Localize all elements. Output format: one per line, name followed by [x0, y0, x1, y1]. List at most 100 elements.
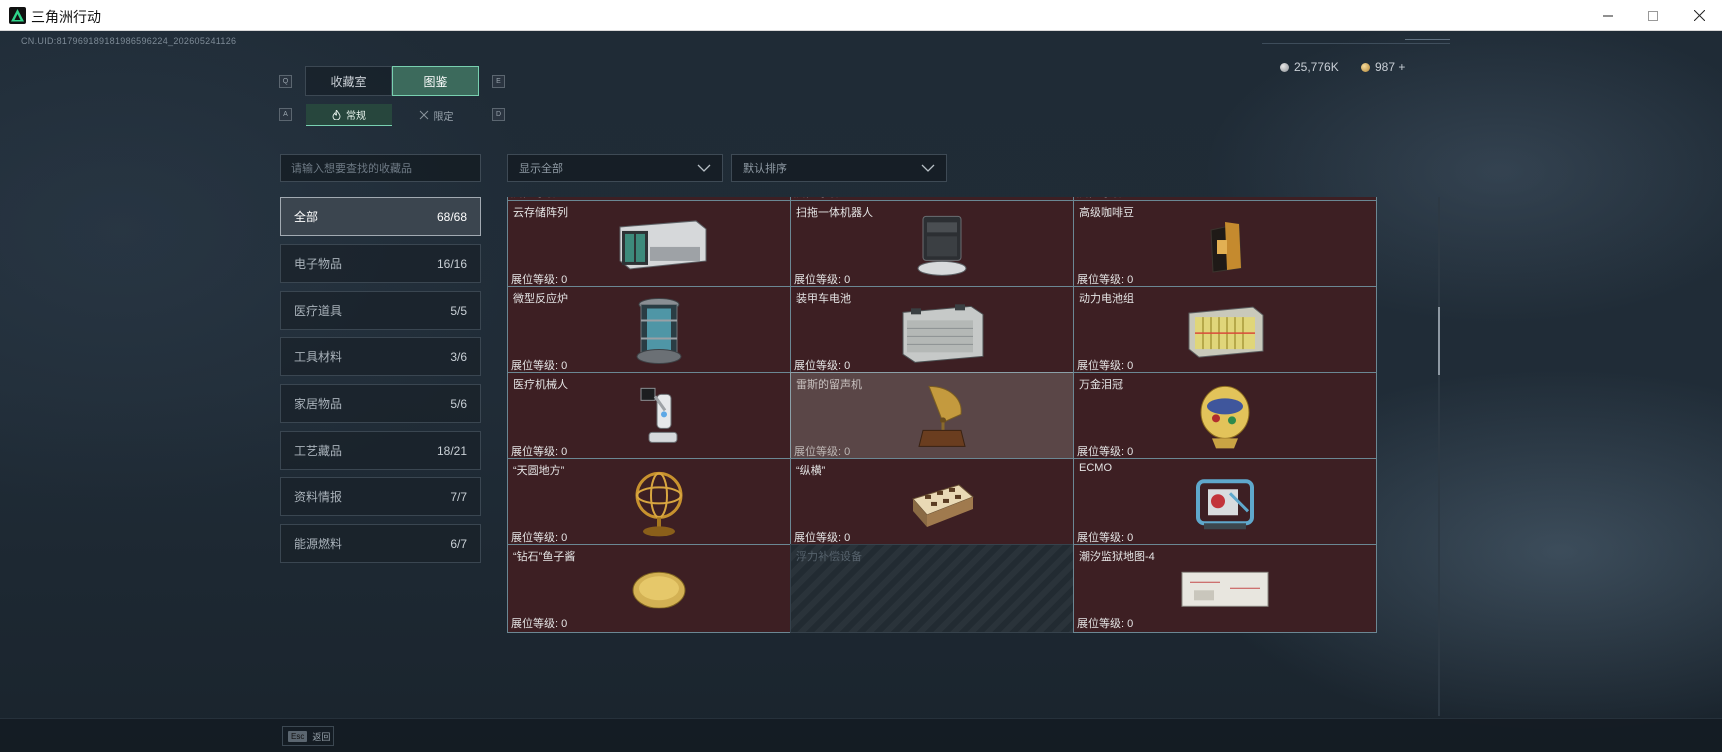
collection-card[interactable]: 装甲车电池 展位等级: 0	[790, 286, 1094, 375]
tab-codex[interactable]: 图鉴	[392, 66, 479, 96]
item-battery-icon	[897, 298, 987, 369]
category-intel[interactable]: 资料情报 7/7	[280, 477, 481, 516]
booth-level: 展位等级: 0	[511, 274, 568, 286]
collection-card[interactable]: 微型反应炉展位等级: 0	[507, 286, 811, 375]
item-egg-icon	[1194, 384, 1256, 455]
category-count: 5/5	[450, 303, 467, 318]
item-medrobot-icon	[635, 384, 683, 455]
item-name: 云存储阵列	[513, 207, 568, 219]
collection-card[interactable]: “纵横” 展位等级: 0	[790, 458, 1094, 547]
scrollbar-thumb[interactable]	[1438, 307, 1440, 375]
collection-card[interactable]: 潮汐监狱地图-4 展位等级: 0	[1073, 544, 1377, 633]
item-chess-icon	[907, 474, 977, 535]
category-energy[interactable]: 能源燃料 6/7	[280, 524, 481, 563]
subtab-limited[interactable]: 限定	[393, 104, 479, 126]
key-hint-a: A	[279, 108, 292, 121]
collection-card[interactable]: “钻石”鱼子酱 展位等级: 0	[507, 544, 811, 633]
back-button[interactable]: Esc 返回	[282, 726, 334, 746]
category-count: 7/7	[450, 489, 467, 504]
chevron-down-icon	[697, 164, 711, 172]
booth-level: 展位等级: 0	[511, 446, 568, 458]
subtab-limited-label: 限定	[433, 111, 454, 123]
booth-level: 展位等级: 0	[1077, 274, 1134, 286]
item-ecmo-icon	[1190, 471, 1260, 540]
booth-level: 展位等级: 0	[1077, 532, 1134, 544]
item-storage-icon	[610, 216, 708, 277]
item-name: 万金泪冠	[1079, 379, 1123, 391]
scrollbar-track[interactable]	[1438, 197, 1440, 716]
hud-divider	[1262, 43, 1450, 44]
category-label: 医疗道具	[294, 304, 343, 318]
category-all[interactable]: 全部 68/68	[280, 197, 481, 236]
currency-silver: 25,776K	[1280, 60, 1339, 74]
collection-card[interactable]: 动力电池组 展位等级: 0	[1073, 286, 1377, 375]
maximize-button[interactable]	[1630, 0, 1676, 31]
booth-level: 展位等级: 0	[511, 360, 568, 372]
sort-dropdown[interactable]: 默认排序	[731, 154, 947, 182]
category-label: 电子物品	[294, 257, 343, 271]
subtab-regular-label: 常规	[346, 111, 366, 122]
category-count: 3/6	[450, 349, 467, 364]
minimize-button[interactable]	[1585, 0, 1631, 31]
crossed-swords-icon	[419, 110, 428, 120]
collection-card[interactable]: 扫拖一体机器人 展位等级: 0	[790, 200, 1094, 289]
currency-silver-value: 25,776K	[1294, 60, 1339, 74]
item-reactor-icon	[631, 296, 687, 371]
collection-card[interactable]: 浮力补偿设备	[790, 544, 1094, 633]
currency-gold-value: 987 +	[1375, 60, 1406, 74]
collection-card[interactable]: 高级咖啡豆 展位等级: 0	[1073, 200, 1377, 289]
booth-level: 展位等级: 0	[794, 532, 851, 544]
item-globe-icon	[631, 469, 687, 542]
collection-card[interactable]: 雷斯的留声机 展位等级: 0	[790, 372, 1094, 461]
subtab-regular[interactable]: 常规	[306, 104, 392, 126]
key-hint-q: Q	[279, 75, 292, 88]
window-titlebar: 三角洲行动	[0, 0, 1722, 31]
category-count: 16/16	[436, 256, 467, 271]
collection-grid: 展位等级: 0展位等级: 0展位等级: 0云存储阵列展位等级: 0扫拖一体机器人…	[507, 197, 1435, 716]
category-household[interactable]: 家居物品 5/6	[280, 384, 481, 423]
esc-key-hint: Esc	[288, 730, 308, 742]
search-input[interactable]: 请输入想要查找的收藏品	[280, 154, 481, 182]
game-screen: CN.UID:817969189181986596224_20260524112…	[0, 31, 1722, 752]
category-label: 全部	[294, 210, 319, 224]
item-caviar-icon	[629, 568, 689, 613]
flame-icon	[332, 109, 341, 120]
item-map-icon	[1180, 568, 1270, 613]
player-uid: CN.UID:817969189181986596224_20260524112…	[21, 36, 237, 46]
category-count: 68/68	[436, 209, 467, 224]
collection-card[interactable]: “天圆地方” 展位等级: 0	[507, 458, 811, 547]
sort-value: 默认排序	[743, 163, 787, 175]
footer-bar: Esc 返回	[0, 718, 1722, 752]
category-crafts[interactable]: 工艺藏品 18/21	[280, 431, 481, 470]
booth-level: 展位等级: 0	[511, 618, 568, 630]
category-electronics[interactable]: 电子物品 16/16	[280, 244, 481, 283]
booth-level: 展位等级: 0	[511, 532, 568, 544]
category-medical[interactable]: 医疗道具 5/5	[280, 291, 481, 330]
collection-card[interactable]: ECMO 展位等级: 0	[1073, 458, 1377, 547]
key-hint-e: E	[492, 75, 505, 88]
item-robotvac-icon	[913, 212, 971, 283]
collection-card[interactable]: 万金泪冠展位等级: 0	[1073, 372, 1377, 461]
close-window-button[interactable]	[1676, 0, 1722, 31]
item-powercell-icon	[1183, 301, 1267, 366]
currency-gold[interactable]: 987 +	[1361, 60, 1405, 74]
collection-card[interactable]: 医疗机械人 展位等级: 0	[507, 372, 811, 461]
item-name: 雷斯的留声机	[796, 379, 862, 391]
booth-level: 展位等级: 0	[1077, 446, 1134, 458]
category-count: 18/21	[436, 443, 467, 458]
collection-card[interactable]: 云存储阵列展位等级: 0	[507, 200, 811, 289]
tab-collection-room[interactable]: 收藏室	[305, 66, 392, 96]
item-name: “天圆地方”	[513, 465, 565, 477]
display-filter-dropdown[interactable]: 显示全部	[507, 154, 723, 182]
close-icon	[1693, 10, 1705, 21]
item-name: ECMO	[1079, 462, 1112, 474]
category-label: 能源燃料	[294, 537, 343, 551]
hud-divider-accent	[1405, 39, 1450, 40]
category-tools[interactable]: 工具材料 3/6	[280, 337, 481, 376]
window-title: 三角洲行动	[31, 9, 101, 25]
maximize-icon	[1648, 10, 1658, 21]
item-name: 微型反应炉	[513, 293, 568, 305]
category-label: 工具材料	[294, 350, 343, 364]
category-label: 工艺藏品	[294, 444, 343, 458]
booth-level: 展位等级: 0	[794, 446, 851, 458]
